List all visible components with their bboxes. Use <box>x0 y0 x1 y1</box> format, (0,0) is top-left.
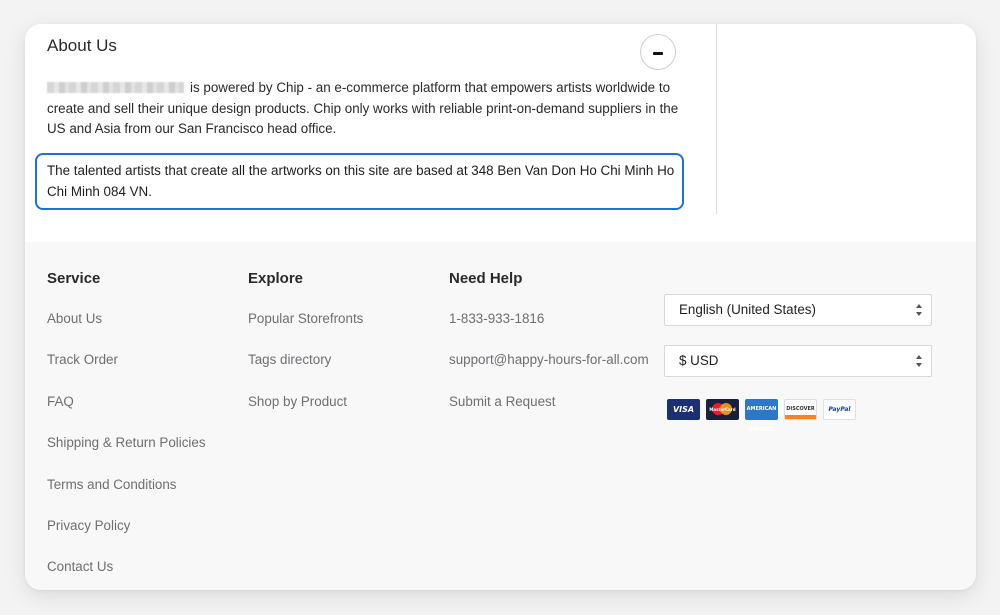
select-arrows-icon <box>916 355 922 367</box>
about-title: About Us <box>47 36 117 55</box>
collapse-button[interactable] <box>640 34 676 70</box>
currency-select[interactable]: $ USD <box>664 345 932 377</box>
visa-icon: VISA <box>667 399 700 420</box>
footer-service-column: Service About Us Track Order FAQ Shippin… <box>47 268 206 590</box>
redacted-store-name <box>47 82 184 93</box>
footer-link-popular-storefronts[interactable]: Popular Storefronts <box>248 309 363 350</box>
footer-heading-help: Need Help <box>449 270 523 287</box>
paypal-icon: PayPal <box>823 399 856 420</box>
site-footer: Service About Us Track Order FAQ Shippin… <box>25 242 976 590</box>
footer-explore-column: Explore Popular Storefronts Tags directo… <box>248 268 363 433</box>
discover-icon: DISCOVER <box>784 399 817 420</box>
content-card: About Us is powered by Chip - an e-comme… <box>25 24 976 590</box>
footer-help-column: Need Help 1-833-933-1816 support@happy-h… <box>449 268 649 433</box>
footer-link-submit-request[interactable]: Submit a Request <box>449 392 649 433</box>
discover-stripe <box>785 415 816 419</box>
section-divider <box>716 24 717 214</box>
currency-select-value: $ USD <box>679 353 719 368</box>
footer-link-terms[interactable]: Terms and Conditions <box>47 475 206 516</box>
language-select-value: English (United States) <box>679 302 816 317</box>
artists-address-paragraph: The talented artists that create all the… <box>47 163 675 199</box>
footer-link-shipping-return[interactable]: Shipping & Return Policies <box>47 433 206 474</box>
about-paragraph: is powered by Chip - an e-commerce platf… <box>47 78 687 140</box>
footer-heading-explore: Explore <box>248 270 304 287</box>
mastercard-label: MasterCard <box>709 407 736 412</box>
about-section: About Us is powered by Chip - an e-comme… <box>25 24 976 242</box>
amex-icon: AMERICAN EXPRESS <box>745 399 778 433</box>
footer-link-tags-directory[interactable]: Tags directory <box>248 350 363 391</box>
footer-link-faq[interactable]: FAQ <box>47 392 206 433</box>
footer-link-about-us[interactable]: About Us <box>47 309 206 350</box>
minus-icon <box>653 51 663 55</box>
footer-link-support-email[interactable]: support@happy-hours-for-all.com <box>449 350 649 391</box>
footer-heading-service: Service <box>47 270 101 287</box>
language-select[interactable]: English (United States) <box>664 294 932 326</box>
mastercard-icon: MasterCard <box>706 399 739 420</box>
footer-link-phone[interactable]: 1-833-933-1816 <box>449 309 649 350</box>
footer-link-track-order[interactable]: Track Order <box>47 350 206 391</box>
footer-link-shop-by-product[interactable]: Shop by Product <box>248 392 363 433</box>
footer-link-privacy[interactable]: Privacy Policy <box>47 516 206 557</box>
discover-label: DISCOVER <box>786 406 815 412</box>
footer-link-contact[interactable]: Contact Us <box>47 557 206 590</box>
select-arrows-icon <box>916 304 922 316</box>
